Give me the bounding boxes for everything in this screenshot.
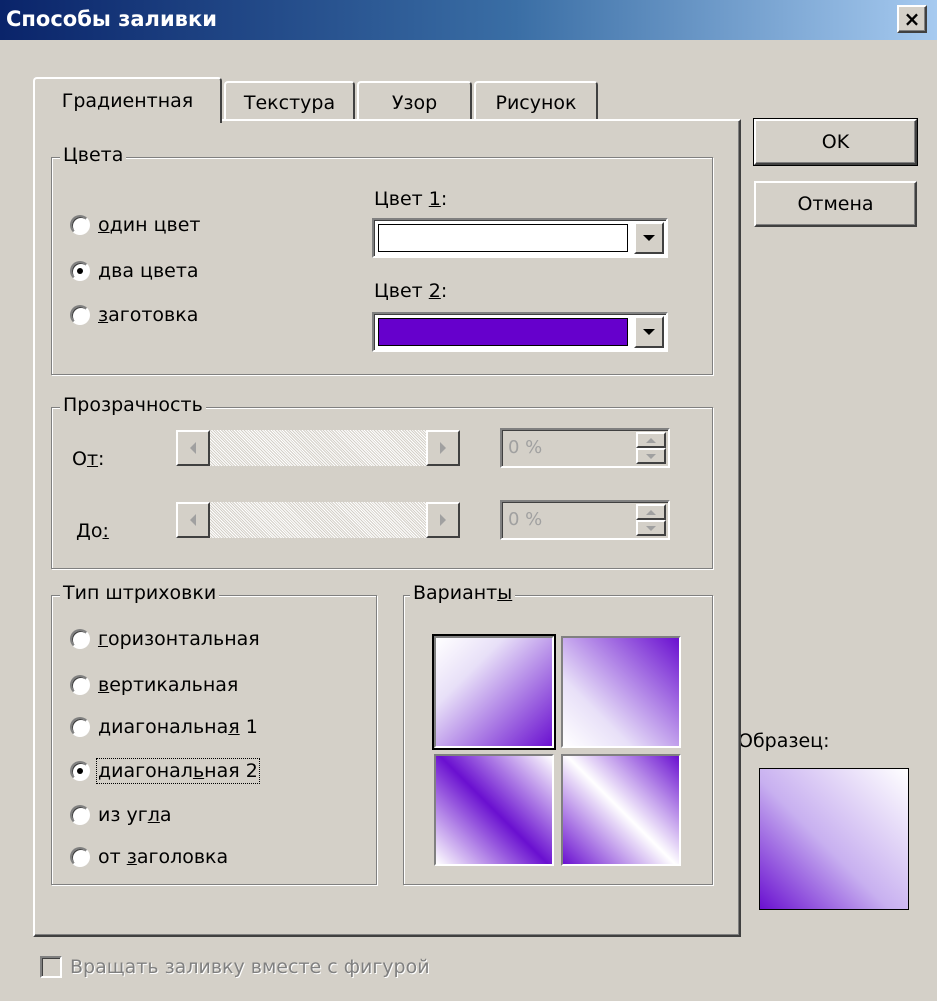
close-icon: × — [903, 7, 921, 31]
gradient-variant-3[interactable] — [434, 754, 554, 866]
group-title: Варианты — [410, 582, 516, 604]
scroll-right-button[interactable] — [426, 502, 460, 538]
chevron-down-icon — [643, 235, 655, 241]
color2-label: Цвет 2: — [374, 280, 448, 302]
radio-indicator — [70, 761, 90, 781]
rotate-fill-label: Вращать заливку вместе с фигурой — [70, 956, 430, 978]
radio-from-corner[interactable]: из угла — [70, 804, 172, 826]
spin-down-button[interactable] — [636, 448, 666, 464]
radio-label: вертикальная — [98, 674, 239, 696]
colors-group: Цвета один цвет два цвета заготовка Цвет… — [51, 144, 713, 375]
ok-label: OK — [821, 131, 850, 153]
variants-group: Варианты — [403, 582, 713, 885]
radio-indicator — [70, 717, 90, 737]
tab-pattern[interactable]: Узор — [357, 81, 472, 123]
scroll-left-button[interactable] — [176, 430, 210, 466]
radio-one-color[interactable]: один цвет — [70, 214, 200, 236]
tab-label: Градиентная — [61, 90, 194, 112]
radio-horizontal[interactable]: горизонтальная — [70, 628, 260, 650]
radio-indicator — [70, 629, 90, 649]
scroll-left-button[interactable] — [176, 502, 210, 538]
shading-style-group: Тип штриховки горизонтальная вертикальна… — [51, 582, 377, 885]
tab-label: Текстура — [243, 92, 336, 114]
color2-dropdown[interactable] — [372, 312, 668, 352]
radio-diagonal-2[interactable]: диагональная 2 — [70, 758, 260, 784]
radio-indicator — [70, 675, 90, 695]
radio-label: из угла — [98, 804, 172, 826]
radio-indicator — [70, 215, 90, 235]
close-button[interactable]: × — [897, 5, 927, 33]
radio-indicator — [70, 261, 90, 281]
radio-preset[interactable]: заготовка — [70, 304, 198, 326]
radio-indicator — [70, 805, 90, 825]
tab-gradient[interactable]: Градиентная — [33, 77, 222, 123]
radio-from-title[interactable]: от заголовка — [70, 846, 228, 868]
color2-swatch — [378, 318, 628, 346]
color1-label: Цвет 1: — [374, 188, 448, 210]
spin-up-button[interactable] — [636, 432, 666, 448]
ok-button[interactable]: OK — [753, 118, 918, 166]
radio-label: два цвета — [98, 260, 199, 282]
transparency-group: Прозрачность От: 0 % До: 0 % — [51, 394, 713, 569]
radio-label: от заголовка — [98, 846, 229, 868]
radio-label: диагональная 1 — [98, 716, 258, 738]
spin-down-button[interactable] — [636, 520, 666, 536]
arrow-right-icon — [440, 514, 446, 526]
tab-picture[interactable]: Рисунок — [474, 81, 598, 123]
rotate-fill-checkbox[interactable]: Вращать заливку вместе с фигурой — [40, 956, 430, 978]
to-value: 0 % — [508, 509, 543, 530]
group-title: Прозрачность — [60, 394, 206, 416]
group-title: Цвета — [60, 144, 127, 166]
gradient-variant-4[interactable] — [561, 754, 681, 866]
from-value: 0 % — [508, 437, 543, 458]
sample-label: Образец: — [738, 730, 830, 752]
chevron-down-icon — [643, 329, 655, 335]
dropdown-button[interactable] — [634, 316, 664, 348]
checkbox-indicator — [40, 956, 62, 978]
to-label: До: — [76, 520, 109, 542]
arrow-down-icon — [646, 453, 656, 459]
radio-two-colors[interactable]: два цвета — [70, 260, 199, 282]
arrow-up-icon — [646, 437, 656, 443]
to-spinbox[interactable]: 0 % — [500, 500, 670, 540]
sample-preview — [759, 768, 909, 910]
radio-diagonal-1[interactable]: диагональная 1 — [70, 716, 258, 738]
radio-vertical[interactable]: вертикальная — [70, 674, 238, 696]
radio-label: горизонтальная — [98, 628, 260, 650]
gradient-variant-2[interactable] — [561, 636, 681, 748]
from-slider[interactable] — [176, 430, 460, 466]
color1-dropdown[interactable] — [372, 218, 668, 258]
scroll-right-button[interactable] — [426, 430, 460, 466]
radio-indicator — [70, 305, 90, 325]
arrow-up-icon — [646, 509, 656, 515]
dropdown-button[interactable] — [634, 222, 664, 254]
tab-label: Рисунок — [495, 92, 577, 114]
cancel-button[interactable]: Отмена — [754, 181, 917, 227]
radio-label: диагональная 2 — [96, 758, 260, 784]
tab-panel: Цвета один цвет два цвета заготовка Цвет… — [33, 119, 741, 937]
radio-label: заготовка — [98, 304, 199, 326]
arrow-down-icon — [646, 525, 656, 531]
from-label: От: — [72, 448, 105, 470]
to-slider[interactable] — [176, 502, 460, 538]
cancel-label: Отмена — [797, 193, 874, 215]
radio-label: один цвет — [98, 214, 201, 236]
arrow-left-icon — [190, 514, 196, 526]
radio-indicator — [70, 847, 90, 867]
title-bar: Способы заливки × — [0, 0, 937, 40]
arrow-right-icon — [440, 442, 446, 454]
tab-texture[interactable]: Текстура — [224, 81, 355, 123]
color1-swatch — [378, 224, 628, 252]
arrow-left-icon — [190, 442, 196, 454]
from-spinbox[interactable]: 0 % — [500, 428, 670, 468]
gradient-variant-1[interactable] — [432, 634, 556, 750]
tab-label: Узор — [391, 92, 438, 114]
spin-up-button[interactable] — [636, 504, 666, 520]
window-title: Способы заливки — [6, 7, 217, 31]
group-title: Тип штриховки — [60, 582, 220, 604]
